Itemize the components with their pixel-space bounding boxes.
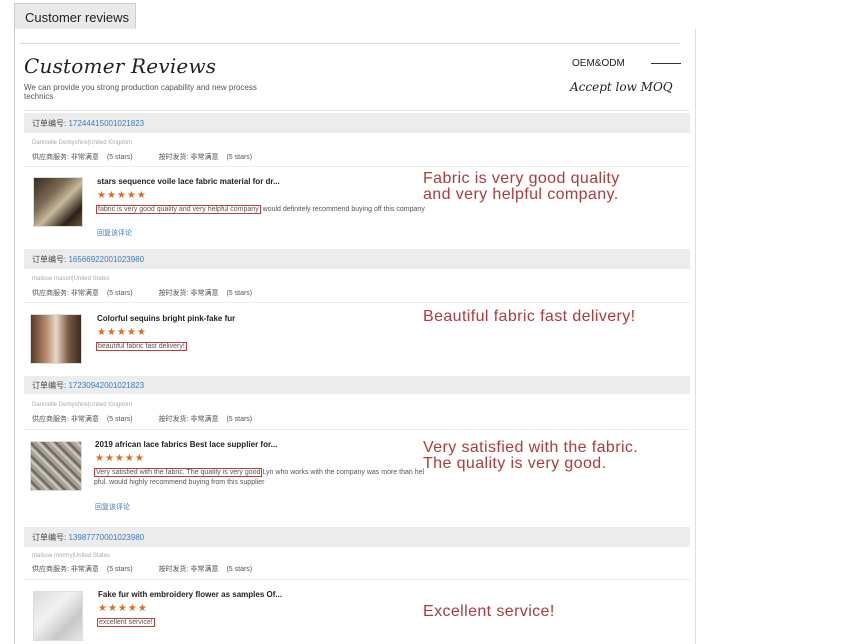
- buyer-info: Dannielle Derbyshire|United Kingdom: [32, 140, 132, 146]
- page-title: Customer Reviews: [24, 54, 217, 78]
- product-thumbnail[interactable]: [33, 591, 83, 641]
- order-label: 订单编号:: [32, 381, 67, 390]
- review-caption: Very satisfied with the fabric. The quali…: [423, 440, 638, 472]
- stars-text: (5 stars): [106, 416, 133, 423]
- divider: [24, 110, 689, 111]
- ontime-rating: 按时发货: 非常满意: [158, 416, 219, 423]
- caption-line: Fabric is very good quality: [423, 170, 620, 187]
- ontime-rating: 按时发货: 非常满意: [158, 566, 219, 573]
- review-card: 订单编号: 17230942001021823 Dannielle Derbys…: [24, 376, 690, 524]
- moq-label: Accept low MOQ: [570, 80, 673, 94]
- buyer-info: Dannielle Derbyshire|United Kingdom: [32, 402, 132, 408]
- review-card: 订单编号: 13987770001023980 malisse mormy|Un…: [24, 527, 690, 644]
- star-rating: ★★★★★: [95, 453, 145, 464]
- order-header: 订单编号: 13987770001023980: [24, 527, 690, 547]
- product-name[interactable]: 2019 african lace fabrics Best lace supp…: [95, 440, 277, 449]
- product-thumbnail[interactable]: [33, 177, 83, 227]
- supplier-rating: 供应商服务: 非常满意: [32, 566, 99, 573]
- order-header: 订单编号: 16566922001023980: [24, 249, 690, 269]
- product-name[interactable]: Colorful sequins bright pink-fake fur: [97, 314, 235, 323]
- product-thumbnail[interactable]: [30, 441, 82, 491]
- order-header: 订单编号: 17230942001021823: [24, 376, 690, 394]
- rating-summary: 供应商服务: 非常满意 (5 stars) 按时发货: 非常满意 (5 stars): [32, 288, 260, 298]
- caption-line: The quality is very good.: [423, 455, 607, 472]
- highlighted-review: fabric is very good quality and very hel…: [96, 205, 261, 214]
- order-number[interactable]: 13987770001023980: [68, 533, 144, 542]
- divider: [24, 579, 690, 580]
- review-continuation: would definitely recommend buying off th…: [262, 206, 425, 213]
- stars-text: (5 stars): [106, 290, 133, 297]
- review-caption: Beautiful fabric fast delivery!: [423, 309, 636, 325]
- review-continuation: Lyn who works with the company was more …: [262, 469, 425, 476]
- order-header: 订单编号: 17244415001021823: [24, 113, 690, 133]
- star-rating: ★★★★★: [97, 327, 147, 338]
- divider: [20, 43, 680, 44]
- divider: [24, 166, 690, 167]
- oem-label: OEM&ODM: [572, 58, 625, 69]
- star-rating: ★★★★★: [97, 190, 147, 201]
- order-label: 订单编号:: [32, 533, 67, 542]
- ontime-rating: 按时发货: 非常满意: [158, 290, 219, 297]
- order-label: 订单编号:: [32, 119, 67, 128]
- caption-line: and very helpful company.: [423, 186, 619, 203]
- oem-rule: [651, 63, 681, 64]
- review-text-line2: pful. would highly recommend buying from…: [94, 479, 265, 486]
- review-card: 订单编号: 17244415001021823 Dannielle Derbys…: [24, 113, 690, 268]
- rating-summary: 供应商服务: 非常满意 (5 stars) 按时发货: 非常满意 (5 stars): [32, 414, 260, 424]
- rating-summary: 供应商服务: 非常满意 (5 stars) 按时发货: 非常满意 (5 stars): [32, 564, 260, 574]
- stars-text: (5 stars): [226, 154, 253, 161]
- stars-text: (5 stars): [226, 566, 253, 573]
- order-number[interactable]: 17230942001021823: [68, 381, 144, 390]
- reply-link[interactable]: 回复该评论: [97, 228, 132, 238]
- ontime-rating: 按时发货: 非常满意: [158, 154, 219, 161]
- review-caption: Excellent service!: [423, 604, 555, 620]
- caption-line: Very satisfied with the fabric.: [423, 439, 639, 456]
- divider: [24, 429, 690, 430]
- highlighted-review: beautiful fabric fast delivery!: [96, 342, 187, 351]
- caption-line: Excellent service!: [423, 603, 555, 620]
- product-name[interactable]: Fake fur with embroidery flower as sampl…: [98, 590, 282, 599]
- review-card: 订单编号: 16566922001023980 malisse mason|Un…: [24, 249, 690, 379]
- review-text: excellent service!: [97, 618, 155, 627]
- divider: [24, 302, 690, 303]
- star-rating: ★★★★★: [98, 603, 148, 614]
- stars-text: (5 stars): [106, 154, 133, 161]
- order-number[interactable]: 16566922001023980: [68, 255, 144, 264]
- caption-line: Beautiful fabric fast delivery!: [423, 308, 636, 325]
- review-text: Very satisfied with the fabric. The qual…: [94, 468, 425, 477]
- supplier-rating: 供应商服务: 非常满意: [32, 290, 99, 297]
- order-number[interactable]: 17244415001021823: [68, 119, 144, 128]
- highlighted-review: excellent service!: [97, 618, 155, 627]
- review-caption: Fabric is very good quality and very help…: [423, 171, 620, 203]
- review-text: fabric is very good quality and very hel…: [96, 205, 425, 214]
- rating-summary: 供应商服务: 非常满意 (5 stars) 按时发货: 非常满意 (5 stars): [32, 152, 260, 162]
- buyer-info: malisse mormy|United States: [32, 553, 110, 559]
- product-thumbnail[interactable]: [30, 314, 82, 364]
- product-name[interactable]: stars sequence voile lace fabric materia…: [97, 177, 280, 186]
- page-subtitle: We can provide you strong production cap…: [24, 83, 257, 101]
- tab-customer-reviews[interactable]: Customer reviews: [14, 3, 136, 29]
- buyer-info: malisse mason|United States: [32, 276, 110, 282]
- stars-text: (5 stars): [226, 290, 253, 297]
- stars-text: (5 stars): [106, 566, 133, 573]
- highlighted-review: Very satisfied with the fabric. The qual…: [94, 468, 263, 477]
- supplier-rating: 供应商服务: 非常满意: [32, 154, 99, 161]
- reply-link[interactable]: 回复该评论: [95, 502, 130, 512]
- supplier-rating: 供应商服务: 非常满意: [32, 416, 99, 423]
- order-label: 订单编号:: [32, 255, 67, 264]
- review-text: beautiful fabric fast delivery!: [96, 342, 187, 351]
- stars-text: (5 stars): [226, 416, 253, 423]
